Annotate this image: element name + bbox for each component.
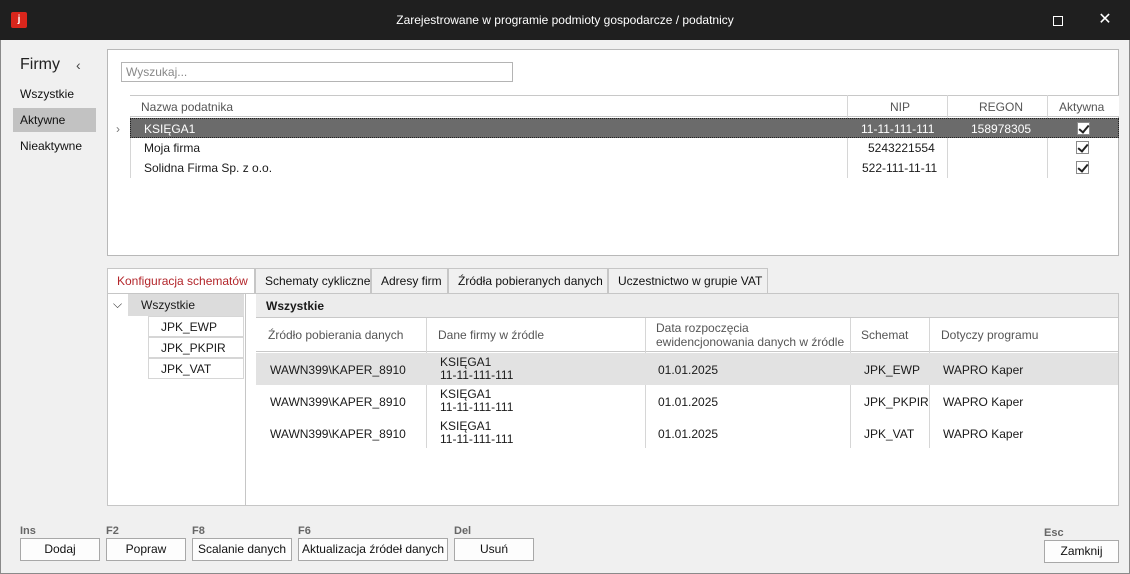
close-button[interactable]: Zamknij <box>1044 540 1119 563</box>
column-header-active[interactable]: Aktywna <box>1059 100 1104 114</box>
maximize-button[interactable] <box>1035 0 1081 40</box>
tab-schematy-cykliczne[interactable]: Schematy cykliczne <box>255 268 371 293</box>
company-in-source: KSIĘGA1 11-11-111-111 <box>440 420 513 446</box>
tab-uczestnictwo-w-grupie-vat[interactable]: Uczestnictwo w grupie VAT <box>608 268 768 293</box>
tab-content: ⌵ Wszystkie JPK_EWP JPK_PKPIR JPK_VAT Ws… <box>107 293 1119 506</box>
company-row[interactable]: Moja firma 5243221554 <box>130 138 1119 158</box>
program-name: WAPRO Kaper <box>943 395 1024 409</box>
source-name: WAWN399\KAPER_8910 <box>270 363 406 377</box>
program-name: WAPRO Kaper <box>943 427 1024 441</box>
column-header-company[interactable]: Dane firmy w źródle <box>438 328 544 342</box>
tab-konfiguracja-schematow[interactable]: Konfiguracja schematów <box>107 268 255 294</box>
start-date: 01.01.2025 <box>658 395 719 409</box>
shortcut-del: Del <box>454 525 472 537</box>
schema-row[interactable]: WAWN399\KAPER_8910 KSIĘGA1 11-11-111-111 … <box>256 417 1118 449</box>
tree-node-jpk-ewp[interactable]: JPK_EWP <box>148 316 244 337</box>
current-row-indicator-icon: › <box>116 122 120 136</box>
companies-panel: Nazwa podatnika NIP REGON Aktywna › KSIĘ… <box>107 49 1119 256</box>
company-nip: 5243221554 <box>868 141 935 155</box>
column-header-source[interactable]: Źródło pobierania danych <box>268 328 403 342</box>
schema-tree: ⌵ Wszystkie JPK_EWP JPK_PKPIR JPK_VAT <box>108 294 246 505</box>
nav-item-nieaktywne[interactable]: Nieaktywne <box>13 134 96 158</box>
active-checkbox[interactable] <box>1076 161 1089 174</box>
details-tabs: Konfiguracja schematów Schematy cykliczn… <box>107 268 1119 506</box>
collapse-nav-button[interactable]: ‹ <box>76 57 81 73</box>
close-icon: ✕ <box>1098 11 1112 28</box>
window-title: Zarejestrowane w programie podmioty gosp… <box>396 13 734 27</box>
update-sources-button[interactable]: Aktualizacja źródeł danych <box>298 538 448 561</box>
tab-adresy-firm[interactable]: Adresy firm <box>371 268 448 293</box>
program-name: WAPRO Kaper <box>943 363 1024 377</box>
shortcut-f6: F6 <box>298 525 311 537</box>
tree-node-all[interactable]: Wszystkie <box>128 294 244 316</box>
tree-node-jpk-vat[interactable]: JPK_VAT <box>148 358 244 379</box>
chevron-left-icon: ‹ <box>76 57 81 73</box>
schema-panel: Wszystkie Źródło pobierania danych Dane … <box>256 294 1118 505</box>
add-button[interactable]: Dodaj <box>20 538 100 561</box>
column-header-start-date[interactable]: Data rozpoczęcia ewidencjonowania danych … <box>656 321 844 349</box>
companies-grid-header: Nazwa podatnika NIP REGON Aktywna <box>130 95 1119 117</box>
shortcut-ins: Ins <box>20 525 36 537</box>
schema-grid: Źródło pobierania danych Dane firmy w źr… <box>256 317 1118 505</box>
close-window-button[interactable]: ✕ <box>1082 0 1128 40</box>
company-nip: 522-111-11-11 <box>862 161 938 175</box>
company-in-source-nip: 11-11-111-111 <box>440 400 514 414</box>
nav-item-wszystkie[interactable]: Wszystkie <box>13 82 96 106</box>
start-date: 01.01.2025 <box>658 427 719 441</box>
active-checkbox[interactable] <box>1077 122 1090 135</box>
source-name: WAWN399\KAPER_8910 <box>270 427 406 441</box>
company-in-source: KSIĘGA1 11-11-111-111 <box>440 388 513 414</box>
start-date: 01.01.2025 <box>658 363 719 377</box>
column-header-regon[interactable]: REGON <box>979 100 1023 114</box>
company-in-source-name: KSIĘGA1 <box>440 387 492 401</box>
column-header-start-date-line2: ewidencjonowania danych w źródle <box>656 335 845 349</box>
nav-item-aktywne[interactable]: Aktywne <box>13 108 96 132</box>
column-header-name[interactable]: Nazwa podatnika <box>141 100 233 114</box>
shortcut-esc: Esc <box>1044 527 1064 539</box>
company-in-source-name: KSIĘGA1 <box>440 419 492 433</box>
active-checkbox[interactable] <box>1076 141 1089 154</box>
column-header-start-date-line1: Data rozpoczęcia <box>656 321 749 335</box>
schema-row[interactable]: WAWN399\KAPER_8910 KSIĘGA1 11-11-111-111 … <box>256 385 1118 417</box>
company-name: Solidna Firma Sp. z o.o. <box>144 161 273 175</box>
schema-row[interactable]: WAWN399\KAPER_8910 KSIĘGA1 11-11-111-111 … <box>256 353 1118 385</box>
nav-title: Firmy <box>20 56 60 73</box>
company-in-source: KSIĘGA1 11-11-111-111 <box>440 356 513 382</box>
company-regon: 158978305 <box>971 122 1032 136</box>
column-header-schema[interactable]: Schemat <box>861 328 908 342</box>
tree-node-jpk-pkpir[interactable]: JPK_PKPIR <box>148 337 244 358</box>
edit-button[interactable]: Popraw <box>106 538 186 561</box>
shortcut-f8: F8 <box>192 525 205 537</box>
column-header-nip[interactable]: NIP <box>890 100 910 114</box>
company-name: Moja firma <box>144 141 201 155</box>
merge-data-button[interactable]: Scalanie danych <box>192 538 292 561</box>
shortcut-f2: F2 <box>106 525 119 537</box>
company-in-source-nip: 11-11-111-111 <box>440 368 514 382</box>
schema-grid-header: Źródło pobierania danych Dane firmy w źr… <box>256 318 1118 352</box>
title-bar: j Zarejestrowane w programie podmioty go… <box>0 0 1130 40</box>
company-row[interactable]: Solidna Firma Sp. z o.o. 522-111-11-11 <box>130 158 1119 178</box>
chevron-down-icon[interactable]: ⌵ <box>113 297 122 312</box>
maximize-icon <box>1053 16 1063 27</box>
company-in-source-name: KSIĘGA1 <box>440 355 492 369</box>
tab-zrodla-pobieranych-danych[interactable]: Źródła pobieranych danych <box>448 268 608 293</box>
company-in-source-nip: 11-11-111-111 <box>440 432 514 446</box>
search-input[interactable] <box>121 62 513 82</box>
company-nip: 11-11-111-111 <box>861 122 935 136</box>
company-name: KSIĘGA1 <box>144 122 196 136</box>
company-row[interactable]: KSIĘGA1 11-11-111-111 158978305 <box>130 118 1119 138</box>
source-name: WAWN399\KAPER_8910 <box>270 395 406 409</box>
schema-name: JPK_EWP <box>864 363 921 377</box>
column-header-program[interactable]: Dotyczy programu <box>941 328 1038 342</box>
schema-name: JPK_PKPIR <box>864 395 929 409</box>
schema-group-title: Wszystkie <box>266 299 325 313</box>
schema-name: JPK_VAT <box>864 427 915 441</box>
delete-button[interactable]: Usuń <box>454 538 534 561</box>
